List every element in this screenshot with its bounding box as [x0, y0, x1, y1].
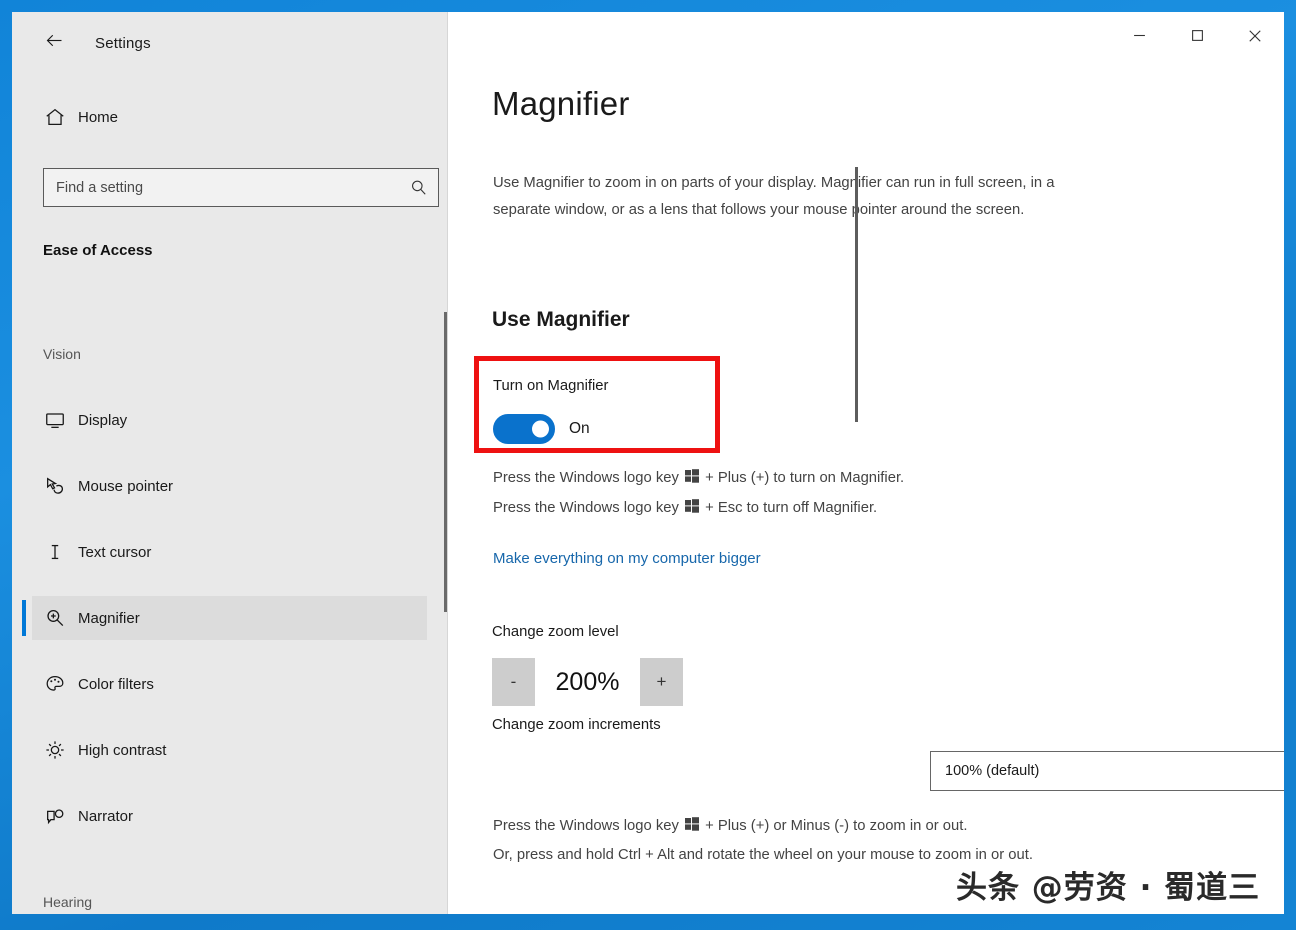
search-input[interactable] — [44, 179, 398, 196]
search-icon[interactable] — [398, 178, 438, 197]
bottom-hint-line-1: Press the Windows logo key + Plus (+) or… — [493, 812, 1113, 841]
mouse-pointer-icon — [32, 475, 78, 497]
watermark-text: 头条 @劳资 · 蜀道三 — [956, 870, 1261, 906]
window-title: Settings — [95, 35, 151, 52]
sidebar-item-high-contrast[interactable]: High contrast — [32, 728, 427, 772]
shortcut-hint-1-suffix: + Plus (+) to turn on Magnifier. — [705, 470, 905, 486]
sidebar-item-text-cursor-label: Text cursor — [78, 543, 152, 561]
zoom-increase-button[interactable]: + — [640, 658, 683, 706]
keyboard-shortcut-hints: Press the Windows logo key + Plus (+) to… — [493, 464, 1133, 524]
zoom-increments-combobox[interactable]: 100% (default) — [930, 751, 1284, 791]
bottom-hint-1-suffix: + Plus (+) or Minus (-) to zoom in or ou… — [705, 818, 968, 834]
sidebar-scrollbar-thumb[interactable] — [444, 312, 447, 612]
monitor-icon — [32, 409, 78, 431]
shortcut-hint-2-suffix: + Esc to turn off Magnifier. — [705, 500, 878, 516]
section-heading-use-magnifier: Use Magnifier — [492, 308, 630, 331]
text-cursor-icon — [32, 541, 78, 563]
turn-on-magnifier-row: On — [493, 414, 590, 444]
magnifier-icon — [32, 607, 78, 629]
change-zoom-level-label: Change zoom level — [492, 624, 619, 640]
shortcut-hint-2-prefix: Press the Windows logo key — [493, 500, 679, 516]
shortcut-hint-1-prefix: Press the Windows logo key — [493, 470, 679, 486]
shortcut-hint-line-1: Press the Windows logo key + Plus (+) to… — [493, 464, 1133, 494]
narrator-speech-icon — [32, 805, 78, 827]
sidebar-item-high-contrast-label: High contrast — [78, 741, 167, 759]
sidebar-item-display[interactable]: Display — [32, 398, 427, 442]
sidebar-group-hearing: Hearing — [43, 894, 93, 910]
caption-buttons — [1110, 12, 1284, 59]
color-palette-icon — [32, 673, 78, 695]
close-button[interactable] — [1226, 12, 1284, 59]
sidebar-item-narrator-label: Narrator — [78, 807, 134, 825]
page-title: Magnifier — [492, 85, 630, 122]
sidebar-category-title: Ease of Access — [43, 242, 153, 259]
sidebar-item-mouse-pointer[interactable]: Mouse pointer — [32, 464, 427, 508]
sidebar-group-vision: Vision — [43, 346, 81, 362]
change-zoom-increments-label: Change zoom increments — [492, 717, 661, 733]
sidebar-item-mouse-pointer-label: Mouse pointer — [78, 477, 174, 495]
make-everything-bigger-link[interactable]: Make everything on my computer bigger — [493, 550, 761, 567]
title-bar: Settings — [12, 12, 1284, 64]
sidebar-item-display-label: Display — [78, 411, 128, 429]
minimize-button[interactable] — [1110, 12, 1168, 59]
sidebar-item-home-label: Home — [78, 108, 119, 126]
settings-window: Home Ease of Access Vision Display — [12, 12, 1284, 914]
back-button[interactable] — [34, 26, 74, 54]
toggle-knob — [532, 420, 549, 438]
content-scrollbar-thumb[interactable] — [855, 167, 858, 422]
sidebar-item-color-filters-label: Color filters — [78, 675, 154, 693]
turn-on-magnifier-toggle[interactable] — [493, 414, 555, 444]
page-description: Use Magnifier to zoom in on parts of you… — [493, 175, 1055, 218]
sidebar-item-magnifier-label: Magnifier — [78, 609, 140, 627]
zoom-level-stepper: - 200% + — [492, 658, 683, 706]
toggle-state-label: On — [569, 420, 590, 437]
chevron-down-icon[interactable] — [1274, 763, 1284, 779]
sidebar-item-home[interactable]: Home — [32, 96, 427, 138]
maximize-button[interactable] — [1168, 12, 1226, 59]
toggle-label-turn-on-magnifier: Turn on Magnifier — [493, 378, 609, 394]
sidebar-item-color-filters[interactable]: Color filters — [32, 662, 427, 706]
sun-icon — [32, 739, 78, 761]
bottom-hint-1-prefix: Press the Windows logo key — [493, 818, 679, 834]
sidebar: Home Ease of Access Vision Display — [12, 12, 447, 914]
sidebar-item-text-cursor[interactable]: Text cursor — [32, 530, 427, 574]
zoom-increments-selected-value: 100% (default) — [945, 763, 1040, 779]
windows-logo-key-icon — [685, 813, 699, 841]
home-icon — [32, 106, 78, 128]
bottom-shortcut-hints: Press the Windows logo key + Plus (+) or… — [493, 812, 1113, 869]
search-box[interactable] — [43, 168, 439, 207]
zoom-decrease-button[interactable]: - — [492, 658, 535, 706]
sidebar-item-magnifier[interactable]: Magnifier — [22, 596, 427, 640]
windows-logo-key-icon — [685, 465, 699, 494]
sidebar-item-narrator[interactable]: Narrator — [32, 794, 427, 838]
main-content: Magnifier Use Magnifier to zoom in on pa… — [448, 12, 1284, 914]
zoom-level-value: 200% — [555, 667, 620, 696]
shortcut-hint-line-2: Press the Windows logo key + Esc to turn… — [493, 494, 1133, 524]
windows-logo-key-icon — [685, 495, 699, 524]
